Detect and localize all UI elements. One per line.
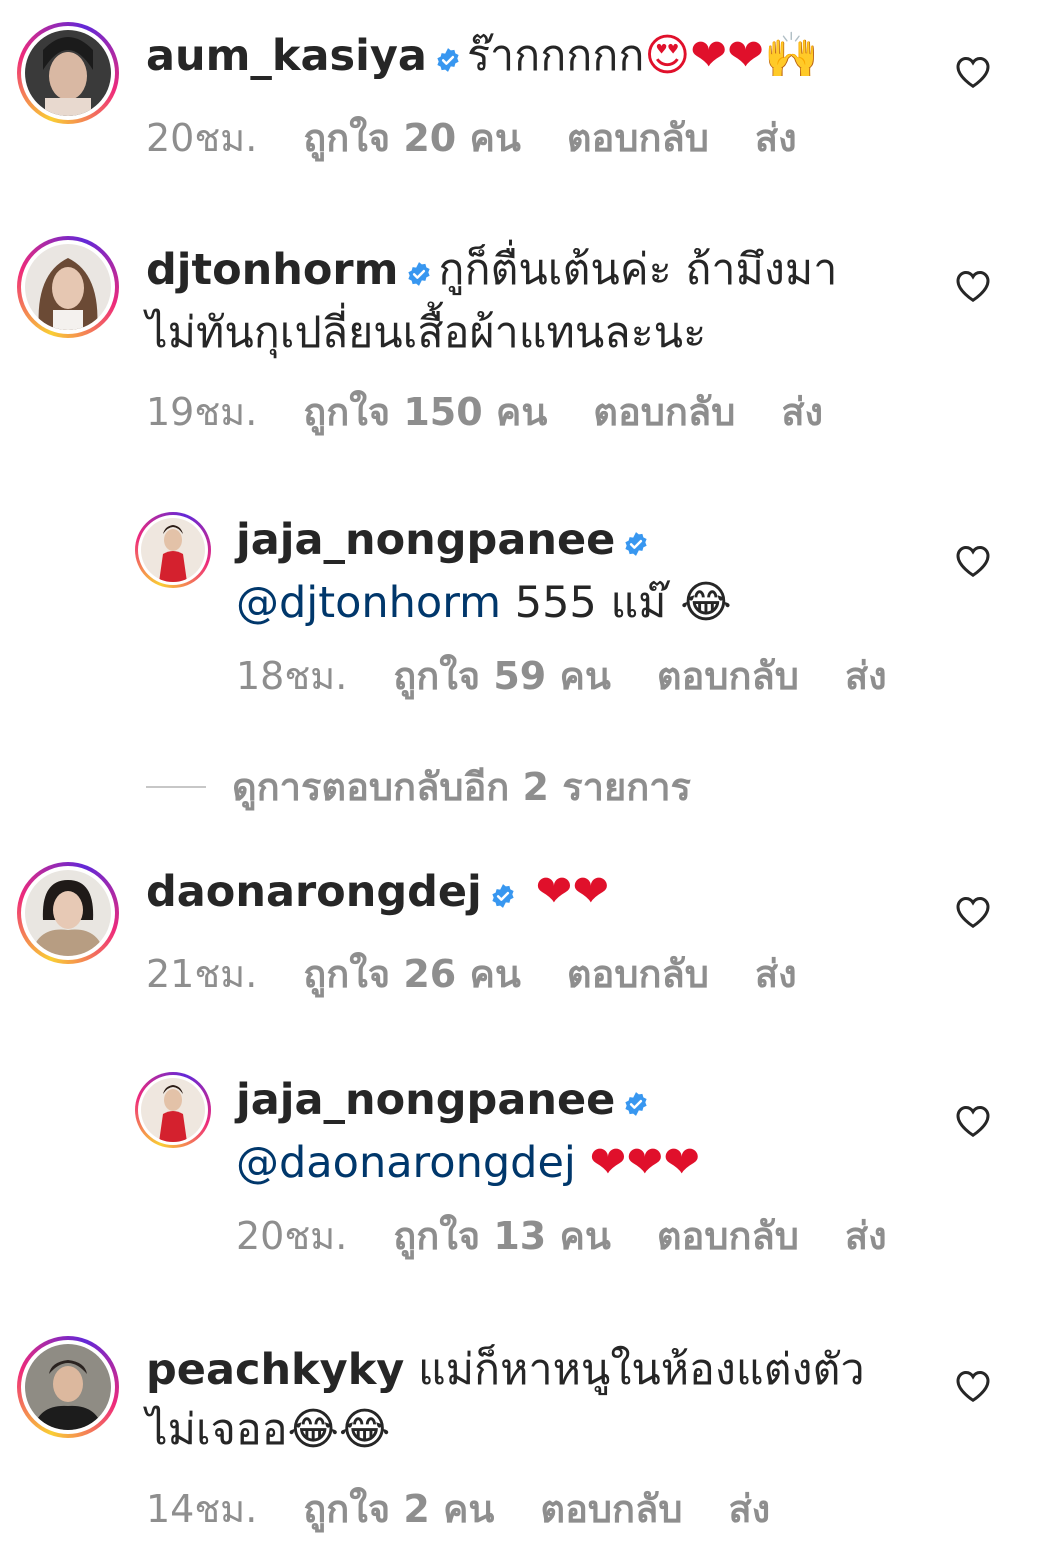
comment-meta: 14ชม. ถูกใจ 2 คน ตอบกลับ ส่ง [146, 1478, 865, 1539]
reply-button[interactable]: ตอบกลับ [567, 107, 709, 168]
divider-line [146, 785, 206, 788]
comment-text: aum_kasiya ร๊ากกกกก😍❤❤🙌 [146, 26, 843, 89]
comment-body: ร๊ากกกกก [466, 31, 645, 81]
timestamp: 21ชม. [146, 952, 258, 996]
comment-meta: 21ชม. ถูกใจ 26 คน ตอบกลับ ส่ง [146, 943, 843, 1004]
emoji-group: 😂 [680, 577, 732, 628]
comment-body-line2: ไม่ทันกุเปลี่ยนเสื้อผ้าแทนละนะ [146, 308, 707, 358]
timestamp: 18ชม. [236, 654, 348, 698]
avatar [25, 244, 111, 330]
avatar-ring[interactable] [17, 1336, 119, 1438]
likes-count[interactable]: ถูกใจ 59 คน [393, 645, 611, 706]
mention-link[interactable]: @djtonhorm [236, 578, 501, 628]
comment-body: 555 แม๊ [501, 578, 667, 628]
comment-meta: 20ชม. ถูกใจ 13 คน ตอบกลับ ส่ง [236, 1205, 933, 1266]
emoji-group: ❤❤ [535, 866, 610, 917]
verified-badge-icon [490, 865, 516, 925]
like-heart-icon[interactable] [955, 544, 991, 578]
avatar [25, 870, 111, 956]
comment-meta: 19ชม. ถูกใจ 150 คน ตอบกลับ ส่ง [146, 381, 869, 442]
avatar [25, 30, 111, 116]
username[interactable]: jaja_nongpanee [236, 515, 615, 565]
timestamp: 20ชม. [236, 1214, 348, 1258]
emoji-group: 😍❤❤🙌 [644, 30, 819, 81]
reply-button[interactable]: ตอบกลับ [657, 1205, 799, 1266]
timestamp: 20ชม. [146, 116, 258, 160]
comment-meta: 20ชม. ถูกใจ 20 คน ตอบกลับ ส่ง [146, 107, 843, 168]
reply-button[interactable]: ตอบกลับ [593, 381, 735, 442]
avatar [141, 1078, 205, 1142]
comment-text: peachkyky แม่ก็หาหนูในห้องแต่งตัว [146, 1340, 865, 1400]
reply-button[interactable]: ตอบกลับ [540, 1478, 682, 1539]
send-button[interactable]: ส่ง [755, 107, 797, 168]
avatar [25, 1344, 111, 1430]
comment-body: แม่ก็หาหนูในห้องแต่งตัว [418, 1345, 865, 1395]
likes-count[interactable]: ถูกใจ 20 คน [303, 107, 521, 168]
username[interactable]: daonarongdej [146, 867, 482, 917]
comment-text: @daonarongdej ❤❤❤ [236, 1133, 933, 1193]
avatar-ring[interactable] [135, 512, 211, 588]
mention-link[interactable]: @daonarongdej [236, 1138, 576, 1188]
avatar [141, 518, 205, 582]
send-button[interactable]: ส่ง [845, 1205, 887, 1266]
comment-text: @djtonhorm 555 แม๊ 😂 [236, 573, 933, 633]
comment-meta: 18ชม. ถูกใจ 59 คน ตอบกลับ ส่ง [236, 645, 933, 706]
reply-button[interactable]: ตอบกลับ [567, 943, 709, 1004]
likes-count[interactable]: ถูกใจ 13 คน [393, 1205, 611, 1266]
username[interactable]: djtonhorm [146, 245, 398, 295]
comment-text: daonarongdej ❤❤ [146, 862, 843, 925]
reply-button[interactable]: ตอบกลับ [657, 645, 799, 706]
avatar-ring[interactable] [135, 1072, 211, 1148]
like-heart-icon[interactable] [955, 895, 991, 929]
send-button[interactable]: ส่ง [728, 1478, 770, 1539]
send-button[interactable]: ส่ง [845, 645, 887, 706]
send-button[interactable]: ส่ง [755, 943, 797, 1004]
like-heart-icon[interactable] [955, 1369, 991, 1403]
comment-header: jaja_nongpanee [236, 1070, 933, 1133]
verified-badge-icon [623, 513, 649, 573]
like-heart-icon[interactable] [955, 55, 991, 89]
username[interactable]: aum_kasiya [146, 31, 427, 81]
timestamp: 19ชม. [146, 390, 258, 434]
avatar-ring[interactable] [17, 22, 119, 124]
avatar-ring[interactable] [17, 862, 119, 964]
avatar-ring[interactable] [17, 236, 119, 338]
emoji-group: ❤❤❤ [589, 1137, 701, 1188]
verified-badge-icon [435, 29, 461, 89]
comment-body-cont: ไม่เจออ [146, 1405, 288, 1455]
like-heart-icon[interactable] [955, 1104, 991, 1138]
comment-body-line2: ไม่เจออ😂😂 [146, 1400, 865, 1460]
view-more-replies-label: ดูการตอบกลับอีก 2 รายการ [232, 765, 691, 809]
comment-header: jaja_nongpanee [236, 510, 933, 573]
like-heart-icon[interactable] [955, 269, 991, 303]
username[interactable]: peachkyky [146, 1345, 404, 1395]
emoji-group: 😂😂 [287, 1404, 391, 1455]
verified-badge-icon [623, 1073, 649, 1133]
likes-count[interactable]: ถูกใจ 26 คน [303, 943, 521, 1004]
send-button[interactable]: ส่ง [781, 381, 823, 442]
verified-badge-icon [406, 243, 432, 303]
likes-count[interactable]: ถูกใจ 2 คน [303, 1478, 494, 1539]
comment-body: กูก็ตื่นเต้นค่ะ ถ้ามึงมา [438, 245, 838, 295]
likes-count[interactable]: ถูกใจ 150 คน [303, 381, 547, 442]
comment-text: djtonhorm กูก็ตื่นเต้นค่ะ ถ้ามึงมา [146, 240, 869, 303]
view-more-replies-button[interactable]: ดูการตอบกลับอีก 2 รายการ [146, 756, 691, 817]
timestamp: 14ชม. [146, 1487, 258, 1531]
username[interactable]: jaja_nongpanee [236, 1075, 615, 1125]
